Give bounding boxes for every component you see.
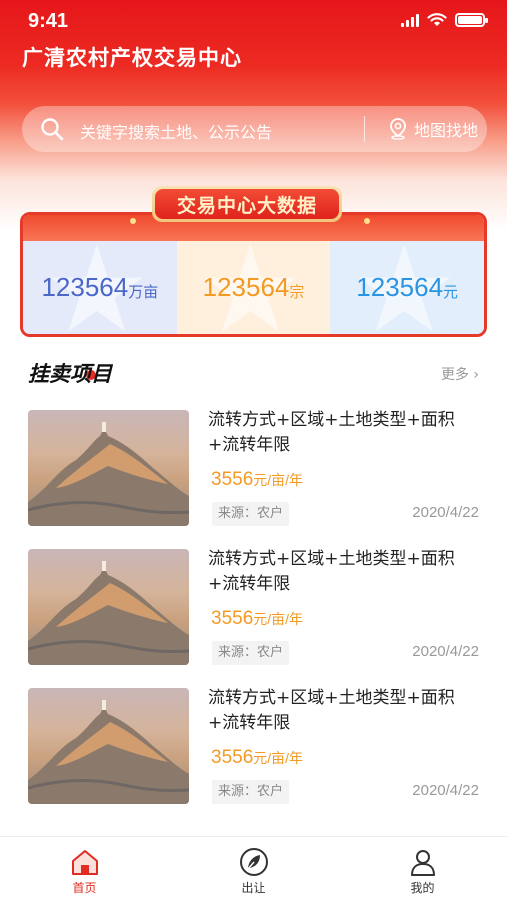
price-value: 3556: [211, 747, 254, 768]
status-time: 9:41: [28, 10, 69, 32]
stat-count[interactable]: ★ 123564 宗: [176, 241, 331, 334]
stat-amount[interactable]: ★ 123564 元: [330, 241, 484, 334]
badge-dot: [130, 218, 136, 224]
listing-source: 来源：农户: [212, 641, 290, 665]
more-link[interactable]: 更多 ›: [441, 364, 479, 384]
listing-name: 流转方式+区域+土地类型+面积+流转年限: [208, 688, 455, 733]
battery-icon: [455, 13, 488, 27]
listing-date: 2020/4/22: [412, 782, 479, 799]
listing-price: 3556元/亩/年: [211, 747, 303, 769]
stat-value: 123564: [202, 272, 290, 302]
search-icon: [41, 118, 64, 141]
stat-value: 123564: [356, 272, 444, 302]
app-title: 广清农村产权交易中心: [22, 46, 242, 70]
leaf-icon: [239, 848, 268, 876]
listings-list: 流转方式+区域+土地类型+面积+流转年限 3556元/亩/年 来源：农户 202…: [28, 410, 479, 827]
listings-header: 挂卖项目 更多 ›: [28, 356, 479, 388]
listing-date: 2020/4/22: [412, 504, 479, 521]
wifi-icon: [427, 13, 447, 26]
tab-label: 首页: [72, 881, 97, 895]
user-icon: [410, 850, 435, 876]
stat-unit: 宗: [289, 283, 305, 301]
search-divider: [364, 116, 365, 142]
stat-unit: 元: [443, 283, 459, 301]
tab-transfer[interactable]: 出让: [169, 837, 338, 900]
tab-home[interactable]: 首页: [0, 837, 169, 900]
signal-icon: [401, 13, 419, 27]
search-bar[interactable]: 关键字搜索土地、公示公告 地图找地: [22, 106, 487, 152]
listing-date: 2020/4/22: [412, 643, 479, 660]
listing-source: 来源：农户: [212, 502, 290, 526]
stat-unit: 万亩: [128, 283, 159, 301]
price-value: 3556: [211, 469, 254, 490]
listing-item[interactable]: 流转方式+区域+土地类型+面积+流转年限 3556元/亩/年 来源：农户 202…: [28, 688, 479, 827]
listing-price: 3556元/亩/年: [211, 608, 303, 630]
status-bar: 9:41: [0, 0, 507, 40]
bottom-tab-bar: 首页 出让 我的: [0, 836, 507, 900]
status-icons: [401, 13, 488, 27]
listings-title: 挂卖项目: [28, 362, 112, 386]
listing-item[interactable]: 流转方式+区域+土地类型+面积+流转年限 3556元/亩/年 来源：农户 202…: [28, 410, 479, 549]
stats-badge-label: 交易中心大数据: [155, 189, 339, 219]
listing-image: [28, 410, 189, 526]
map-search-label: 地图找地: [414, 121, 479, 140]
price-unit: 元/亩/年: [253, 750, 304, 766]
listing-name: 流转方式+区域+土地类型+面积+流转年限: [208, 549, 455, 594]
stats-badge: 交易中心大数据: [152, 186, 342, 222]
listing-price: 3556元/亩/年: [211, 469, 303, 491]
badge-dot: [364, 218, 370, 224]
stats-card: ★ 123564 万亩 ★ 123564 宗 ★ 123564 元: [20, 212, 487, 337]
price-unit: 元/亩/年: [253, 472, 304, 488]
price-value: 3556: [211, 608, 254, 629]
tab-label: 出让: [241, 881, 266, 895]
listing-image: [28, 688, 189, 804]
stat-area[interactable]: ★ 123564 万亩: [23, 241, 177, 334]
listing-item[interactable]: 流转方式+区域+土地类型+面积+流转年限 3556元/亩/年 来源：农户 202…: [28, 549, 479, 688]
listing-image: [28, 549, 189, 665]
tab-profile[interactable]: 我的: [338, 837, 507, 900]
price-unit: 元/亩/年: [253, 611, 304, 627]
listing-name: 流转方式+区域+土地类型+面积+流转年限: [208, 410, 455, 455]
location-icon: [390, 118, 406, 140]
search-input[interactable]: 关键字搜索土地、公示公告: [80, 119, 272, 143]
stat-value: 123564: [41, 272, 129, 302]
map-search-button[interactable]: 地图找地: [388, 106, 478, 152]
home-icon: [71, 850, 98, 875]
tab-label: 我的: [410, 881, 435, 895]
listing-source: 来源：农户: [212, 780, 290, 804]
